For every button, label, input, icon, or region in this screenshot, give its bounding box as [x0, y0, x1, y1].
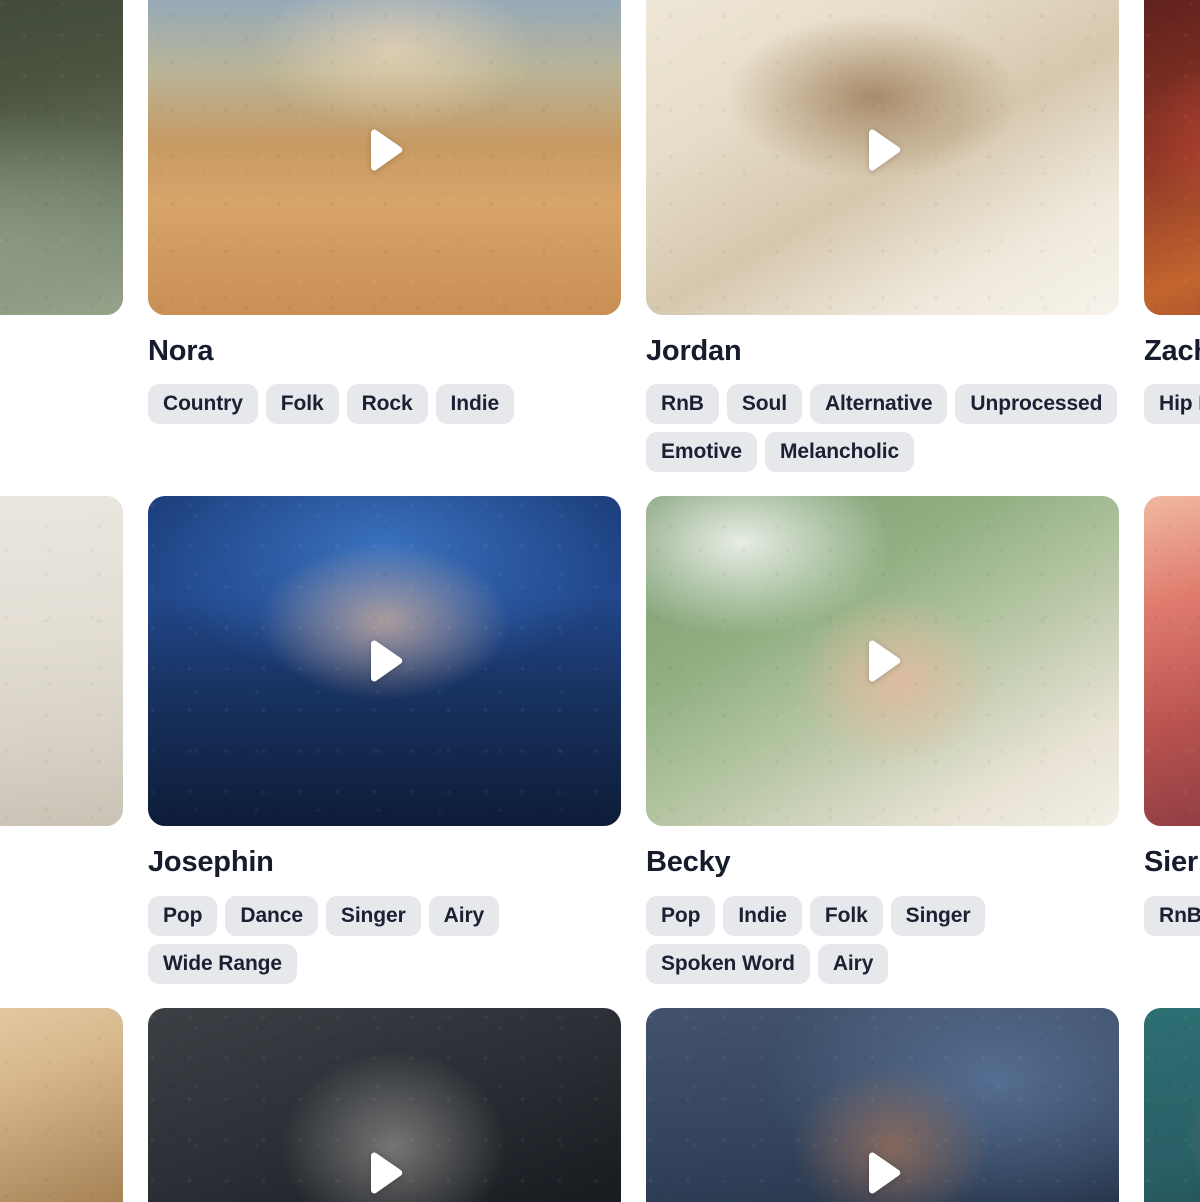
play-icon[interactable]: [860, 638, 906, 684]
artist-tag[interactable]: Indie: [723, 895, 802, 936]
artist-card-grid: Nora Country Folk Rock Indie Jordan RnB Soul Alt…: [0, 0, 1200, 1202]
artist-card[interactable]: [1144, 1007, 1200, 1202]
artist-card[interactable]: Sierra RnBWide Range: [1144, 496, 1200, 983]
artist-thumbnail-image: [1144, 1007, 1200, 1202]
artist-card[interactable]: Becky Pop Indie Folk Singer Spoken Word Airy: [646, 496, 1119, 984]
artist-tag[interactable]: Pop: [646, 895, 716, 936]
artist-name: Zach: [1144, 335, 1200, 367]
artist-thumbnail[interactable]: [1144, 1007, 1200, 1202]
artist-tag-list: Country Folk Rock Indie: [148, 384, 621, 425]
artist-tag[interactable]: Wide Range: [148, 943, 297, 984]
artist-tag[interactable]: Indie: [435, 384, 515, 425]
artist-thumbnail[interactable]: [1144, 0, 1200, 315]
artist-tag[interactable]: Spoken Word: [646, 943, 810, 984]
artist-thumbnail[interactable]: [0, 1007, 123, 1202]
artist-tag-list: Pop Indie Folk Singer Spoken Word Airy: [646, 895, 1119, 984]
artist-card[interactable]: Josephin Pop Dance Singer Airy Wide Range: [148, 496, 621, 984]
artist-tag[interactable]: Dance: [225, 895, 318, 936]
play-icon[interactable]: [362, 638, 408, 684]
artist-thumbnail[interactable]: [1144, 496, 1200, 827]
artist-card[interactable]: Flow: [0, 496, 123, 983]
artist-tag[interactable]: Folk: [809, 895, 883, 936]
artist-tag[interactable]: RnB: [1144, 895, 1200, 936]
play-icon[interactable]: [362, 1150, 408, 1196]
artist-card[interactable]: [148, 1007, 621, 1202]
artist-tag[interactable]: Airy: [428, 895, 500, 936]
artist-tag[interactable]: Singer: [325, 895, 421, 936]
artist-card[interactable]: Zach Hip Hop: [1144, 0, 1200, 472]
artist-tag[interactable]: Soul: [726, 384, 802, 425]
artist-grid-viewport: Nora Country Folk Rock Indie Jordan RnB Soul Alt…: [0, 0, 1200, 1202]
artist-card[interactable]: [0, 1007, 123, 1202]
artist-thumbnail[interactable]: [148, 1007, 621, 1202]
artist-name: Jordan: [646, 335, 742, 367]
artist-name: Becky: [646, 846, 731, 879]
artist-tag[interactable]: Pop: [148, 895, 218, 936]
artist-thumbnail[interactable]: [646, 496, 1119, 827]
artist-card[interactable]: Nora Country Folk Rock Indie: [148, 0, 621, 472]
artist-thumbnail-image: [0, 496, 123, 827]
artist-tag-list: Pop Dance Singer Airy Wide Range: [148, 895, 621, 984]
artist-thumbnail-image: [1144, 496, 1200, 827]
artist-tag[interactable]: Rock: [346, 384, 428, 425]
artist-card[interactable]: [646, 1007, 1119, 1202]
play-icon[interactable]: [362, 127, 408, 173]
artist-thumbnail-image: [0, 1007, 123, 1202]
artist-thumbnail[interactable]: [646, 0, 1119, 315]
artist-tag-list: RnBWide Range: [1144, 895, 1200, 936]
artist-thumbnail[interactable]: [0, 496, 123, 827]
artist-tag[interactable]: Singer: [890, 895, 986, 936]
artist-thumbnail-image: [0, 0, 123, 315]
artist-card[interactable]: [0, 0, 123, 472]
artist-tag[interactable]: Unprocessed: [955, 384, 1118, 425]
play-icon[interactable]: [860, 1150, 906, 1196]
artist-tag[interactable]: Hip Hop: [1144, 384, 1200, 425]
play-icon[interactable]: [860, 127, 906, 173]
artist-name: Josephin: [148, 846, 274, 879]
artist-tag[interactable]: RnB: [646, 384, 719, 425]
artist-tag[interactable]: Melancholic: [765, 432, 915, 473]
artist-thumbnail-image: [1144, 0, 1200, 315]
artist-name: Sierra: [1144, 846, 1200, 879]
artist-thumbnail[interactable]: [0, 0, 123, 315]
artist-name: Nora: [148, 335, 214, 367]
artist-tag-list: Hip Hop: [1144, 384, 1200, 425]
artist-tag-list: RnB Soul Alternative Unprocessed Emotive Mela…: [646, 384, 1119, 473]
artist-thumbnail[interactable]: [148, 496, 621, 827]
artist-tag[interactable]: Emotive: [646, 432, 757, 473]
artist-thumbnail[interactable]: [148, 0, 621, 315]
artist-card[interactable]: Jordan RnB Soul Alternative Unprocessed Emoti…: [646, 0, 1119, 473]
artist-tag[interactable]: Country: [148, 384, 258, 425]
artist-tag[interactable]: Alternative: [809, 384, 948, 425]
artist-tag-list: Flow: [0, 844, 123, 884]
artist-tag[interactable]: Folk: [265, 384, 339, 425]
artist-tag[interactable]: Airy: [817, 943, 889, 984]
artist-thumbnail[interactable]: [646, 1007, 1119, 1202]
